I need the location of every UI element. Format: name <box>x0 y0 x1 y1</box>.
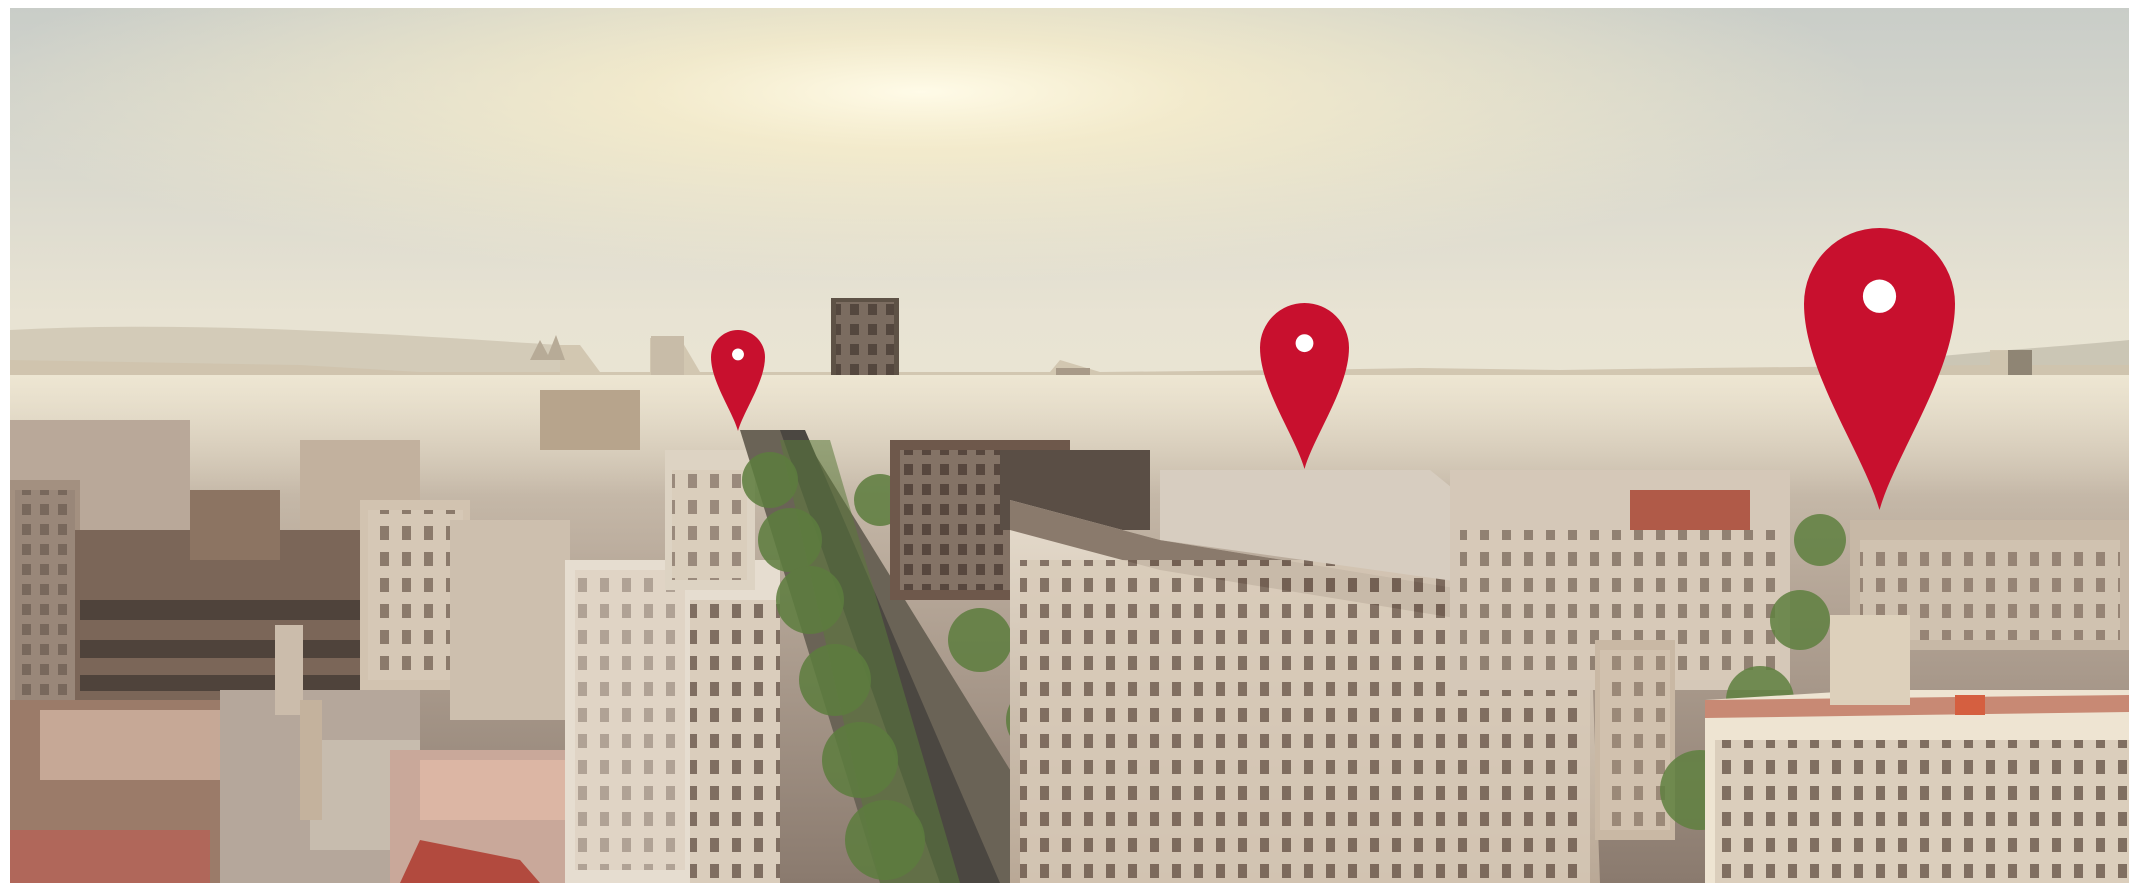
map-pin-icon[interactable] <box>1804 228 1955 510</box>
panorama-stage <box>0 0 2129 883</box>
map-pin-icon[interactable] <box>1260 303 1349 469</box>
map-pin-icon[interactable] <box>711 330 765 431</box>
